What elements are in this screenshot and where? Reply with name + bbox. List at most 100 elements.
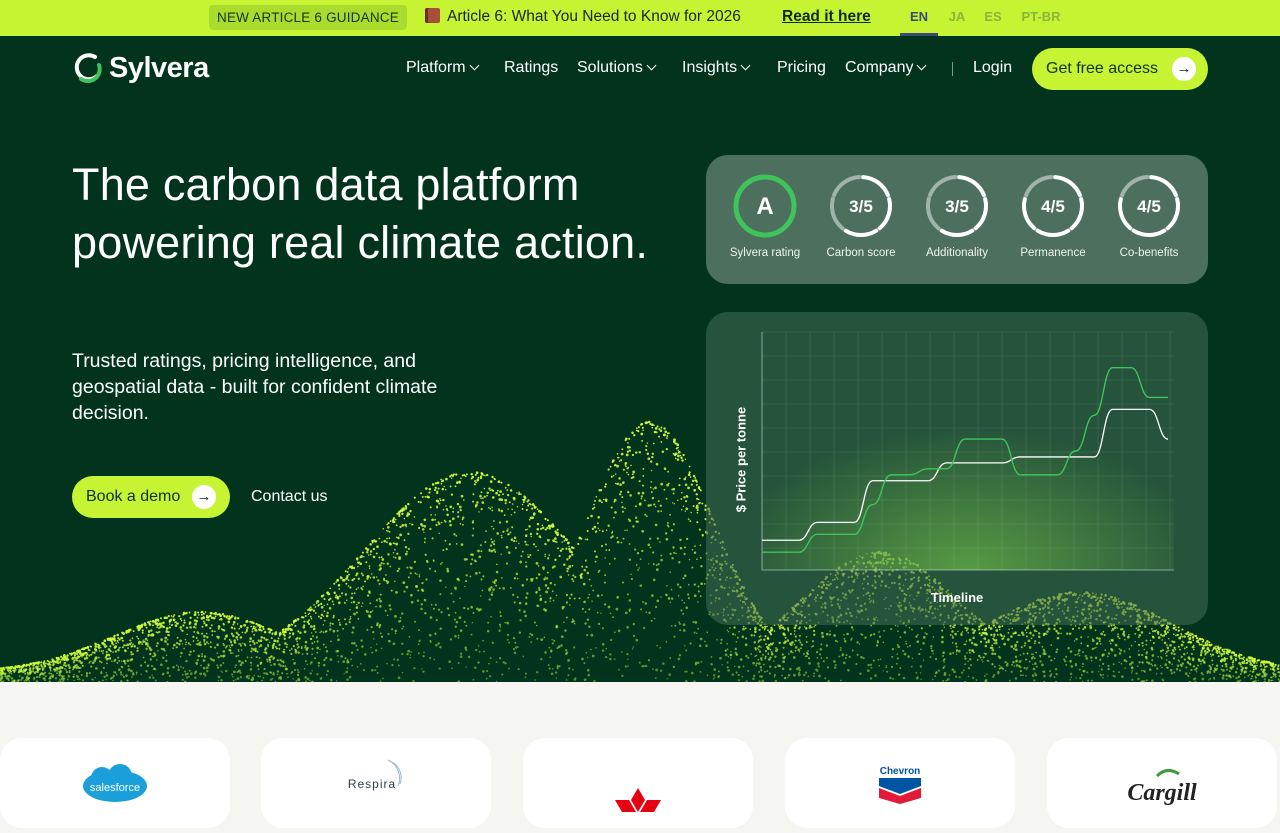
terrain-particle [334,596,337,599]
terrain-particle [1121,628,1124,631]
terrain-particle [736,636,739,639]
terrain-particle [802,652,805,655]
terrain-particle [1261,670,1264,673]
read-it-here-link[interactable]: Read it here [782,0,871,34]
terrain-particle [1033,657,1036,660]
terrain-particle [1166,631,1169,634]
terrain-particle [271,646,275,650]
terrain-particle [677,657,681,661]
terrain-particle [544,553,547,556]
terrain-particle [1176,633,1179,637]
terrain-particle [684,458,687,461]
terrain-particle [122,631,124,634]
terrain-particle [242,642,244,645]
terrain-particle [890,665,894,669]
terrain-particle [3,672,7,676]
terrain-particle [644,664,648,668]
terrain-particle [258,657,261,659]
terrain-particle [218,613,221,616]
terrain-particle [998,646,1001,648]
terrain-particle [685,606,688,609]
terrain-particle [916,633,919,636]
terrain-particle [257,624,259,627]
terrain-particle [1167,649,1170,652]
terrain-particle [499,490,502,493]
terrain-particle [879,658,882,661]
terrain-particle [540,638,544,641]
lang-es[interactable]: ES [981,0,1005,36]
terrain-particle [345,670,349,674]
terrain-particle [450,474,453,477]
terrain-particle [1220,655,1223,657]
terrain-particle [1024,642,1027,645]
terrain-particle [350,658,352,661]
terrain-particle [789,667,792,671]
terrain-particle [587,596,590,599]
terrain-particle [184,638,187,641]
terrain-particle [392,556,395,558]
terrain-particle [773,630,776,632]
terrain-particle [741,675,744,678]
terrain-particle [366,551,369,554]
terrain-particle [768,672,772,675]
terrain-particle [421,582,424,585]
terrain-particle [640,608,643,611]
terrain-particle [585,651,588,654]
terrain-particle [18,675,21,677]
terrain-particle [1242,667,1245,669]
terrain-particle [764,625,767,629]
terrain-particle [688,583,690,586]
terrain-particle [235,664,237,667]
terrain-particle [794,646,798,649]
terrain-particle [210,612,213,615]
terrain-particle [650,491,653,494]
terrain-particle [668,673,672,676]
terrain-particle [1159,665,1162,667]
terrain-particle [595,555,598,559]
terrain-particle [1081,665,1084,668]
terrain-particle [519,560,523,564]
lang-ja[interactable]: JA [944,0,970,36]
terrain-particle [320,676,323,679]
terrain-particle [613,501,616,503]
terrain-particle [411,523,414,526]
terrain-particle [536,637,539,640]
terrain-particle [305,641,307,643]
terrain-particle [472,520,474,522]
terrain-particle [532,543,536,546]
terrain-particle [202,666,206,670]
lang-pt-br[interactable]: PT-BR [1018,0,1064,36]
terrain-particle [672,487,676,491]
terrain-particle [422,670,425,673]
terrain-particle [370,646,372,649]
terrain-particle [489,657,492,660]
terrain-particle [980,633,983,637]
terrain-particle [368,567,371,570]
lang-en[interactable]: EN [900,0,938,36]
terrain-particle [399,533,402,537]
terrain-particle [998,668,1001,670]
terrain-particle [283,637,286,640]
terrain-particle [536,604,539,607]
terrain-particle [464,585,466,588]
terrain-particle [627,473,630,476]
terrain-particle [386,582,389,584]
terrain-particle [363,580,367,583]
terrain-particle [767,629,769,631]
terrain-particle [1252,668,1255,671]
terrain-particle [110,677,112,679]
terrain-particle [929,655,932,659]
terrain-particle [1201,677,1205,681]
terrain-particle [1003,642,1007,646]
terrain-particle [90,660,92,663]
terrain-particle [934,675,937,678]
terrain-particle [398,620,401,623]
terrain-particle [1118,652,1122,655]
terrain-particle [984,631,988,635]
terrain-particle [107,648,111,651]
terrain-particle [251,639,255,643]
terrain-particle [839,649,842,652]
terrain-particle [617,456,619,459]
terrain-particle [199,643,202,647]
terrain-particle [966,627,969,631]
